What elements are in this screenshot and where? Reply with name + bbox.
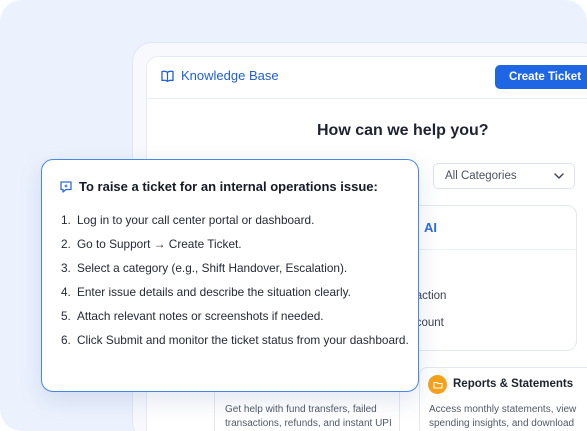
step-number: 2. — [61, 237, 71, 251]
step-text: Select a category (e.g., Shift Handover,… — [77, 261, 348, 275]
help-heading: How can we help you? — [317, 122, 489, 139]
folder-icon — [428, 375, 447, 394]
header-divider — [146, 98, 587, 99]
knowledge-base-logo[interactable]: Knowledge Base — [161, 68, 279, 83]
step-text: Go to Support → Create Ticket. — [77, 237, 242, 251]
reports-card-description: Access monthly statements, view spending… — [429, 404, 577, 429]
step-item: 6. Click Submit and monitor the ticket s… — [61, 328, 411, 376]
ai-panel-label: AI — [424, 220, 437, 235]
category-select[interactable]: All Categories — [433, 163, 575, 189]
category-selected-value: All Categories — [445, 170, 517, 182]
step-item: 4. Enter issue details and describe the … — [61, 280, 411, 304]
step-item: 3. Select a category (e.g., Shift Handov… — [61, 256, 411, 280]
step-text: Enter issue details and describe the sit… — [77, 285, 351, 299]
step-text: Attach relevant notes or screenshots if … — [77, 309, 324, 323]
create-ticket-button[interactable]: Create Ticket — [495, 65, 587, 89]
reports-card-title: Reports & Statements — [453, 378, 574, 390]
step-number: 1. — [61, 213, 71, 227]
step-item: 1. Log in to your call center portal or … — [61, 208, 411, 232]
step-text: Log in to your call center portal or das… — [77, 213, 315, 227]
steps-list: 1. Log in to your call center portal or … — [61, 208, 411, 376]
popup-title: To raise a ticket for an internal operat… — [79, 179, 378, 194]
logo-label: Knowledge Base — [181, 68, 279, 83]
transfers-card-description: Get help with fund transfers, failed tra… — [225, 404, 392, 429]
step-number: 4. — [61, 285, 71, 299]
step-text: Click Submit and monitor the ticket stat… — [77, 333, 409, 347]
step-item: 2. Go to Support → Create Ticket. — [61, 232, 411, 256]
ai-assistant-panel — [395, 205, 577, 351]
sparkle-chat-icon — [59, 180, 73, 199]
ai-panel-divider — [396, 249, 576, 250]
step-number: 5. — [61, 309, 71, 323]
step-item: 5. Attach relevant notes or screenshots … — [61, 304, 411, 328]
book-icon — [161, 70, 174, 82]
step-number: 6. — [61, 333, 71, 347]
chevron-down-icon — [554, 170, 564, 182]
step-number: 3. — [61, 261, 71, 275]
